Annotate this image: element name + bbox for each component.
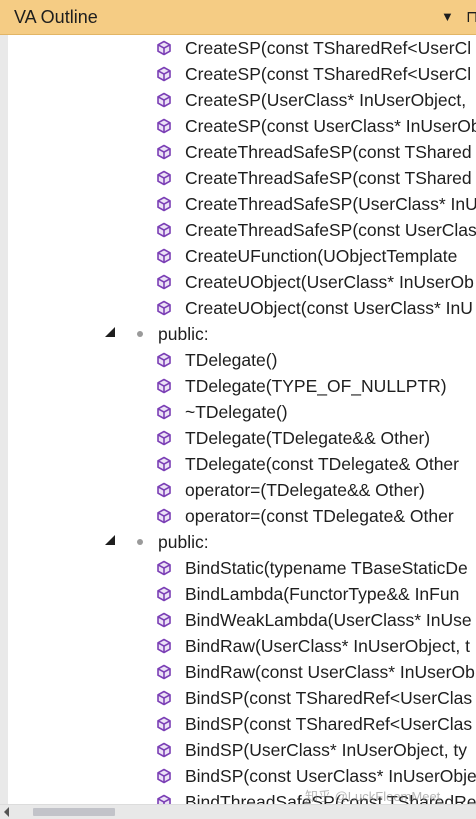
method-cube-icon: [157, 690, 171, 706]
method-cube-icon: [157, 92, 171, 108]
method-cube-icon: [157, 144, 171, 160]
outline-method-row[interactable]: CreateSP(const TSharedRef<UserCl: [8, 35, 476, 61]
method-cube-icon: [157, 248, 171, 264]
access-specifier-icon: [137, 331, 143, 337]
outline-method-row[interactable]: CreateThreadSafeSP(const UserClas: [8, 217, 476, 243]
outline-method-row[interactable]: CreateThreadSafeSP(const TShared: [8, 139, 476, 165]
method-label: BindSP(UserClass* InUserObject, ty: [185, 740, 468, 760]
outline-method-row[interactable]: CreateUObject(const UserClass* InU: [8, 295, 476, 321]
outline-method-row[interactable]: TDelegate(TYPE_OF_NULLPTR): [8, 373, 476, 399]
outline-method-row[interactable]: BindSP(const TSharedRef<UserClas: [8, 685, 476, 711]
outline-method-row[interactable]: operator=(TDelegate&& Other): [8, 477, 476, 503]
outline-method-row[interactable]: BindRaw(UserClass* InUserObject, t: [8, 633, 476, 659]
method-cube-icon: [157, 560, 171, 576]
method-cube-icon: [157, 586, 171, 602]
outline-method-row[interactable]: BindSP(UserClass* InUserObject, ty: [8, 737, 476, 763]
outline-method-row[interactable]: CreateUFunction(UObjectTemplate: [8, 243, 476, 269]
horizontal-scrollbar[interactable]: [0, 804, 476, 819]
method-cube-icon: [157, 638, 171, 654]
outline-method-row[interactable]: TDelegate(const TDelegate& Other: [8, 451, 476, 477]
outline-method-row[interactable]: TDelegate(): [8, 347, 476, 373]
method-label: TDelegate(): [185, 350, 278, 370]
method-cube-icon: [157, 664, 171, 680]
method-label: CreateSP(UserClass* InUserObject,: [185, 90, 467, 110]
method-label: operator=(TDelegate&& Other): [185, 480, 425, 500]
method-cube-icon: [157, 300, 171, 316]
scroll-left-arrow-icon[interactable]: [4, 807, 9, 817]
method-cube-icon: [157, 716, 171, 732]
method-cube-icon: [157, 196, 171, 212]
watermark: 知乎 @LuckFleemMeet: [305, 789, 441, 804]
outline-method-row[interactable]: BindWeakLambda(UserClass* InUse: [8, 607, 476, 633]
group-label: public:: [158, 324, 209, 344]
method-label: BindRaw(const UserClass* InUserOb: [185, 662, 475, 682]
access-specifier-icon: [137, 539, 143, 545]
outline-method-row[interactable]: BindRaw(const UserClass* InUserOb: [8, 659, 476, 685]
window-title: VA Outline: [14, 7, 98, 27]
method-label: TDelegate(const TDelegate& Other: [185, 454, 459, 474]
method-label: BindWeakLambda(UserClass* InUse: [185, 610, 472, 630]
outline-method-row[interactable]: BindLambda(FunctorType&& InFun: [8, 581, 476, 607]
method-label: CreateUFunction(UObjectTemplate: [185, 246, 458, 266]
outline-method-row[interactable]: CreateThreadSafeSP(UserClass* InU: [8, 191, 476, 217]
method-cube-icon: [157, 742, 171, 758]
dropdown-arrow-icon[interactable]: ▼: [441, 9, 454, 24]
outline-method-row[interactable]: CreateThreadSafeSP(const TShared: [8, 165, 476, 191]
outline-method-row[interactable]: CreateSP(const TSharedRef<UserCl: [8, 61, 476, 87]
method-label: operator=(const TDelegate& Other: [185, 506, 454, 526]
method-cube-icon: [157, 352, 171, 368]
method-label: BindSP(const TSharedRef<UserClas: [185, 714, 473, 734]
method-cube-icon: [157, 222, 171, 238]
method-label: CreateThreadSafeSP(const TShared: [185, 168, 472, 188]
outline-method-row[interactable]: CreateSP(const UserClass* InUserOb: [8, 113, 476, 139]
outline-tree: CreateSP(const TSharedRef<UserCl CreateSP…: [0, 35, 476, 804]
method-cube-icon: [157, 404, 171, 420]
method-cube-icon: [157, 40, 171, 56]
method-label: CreateThreadSafeSP(const UserClas: [185, 220, 476, 240]
method-cube-icon: [157, 456, 171, 472]
method-label: TDelegate(TYPE_OF_NULLPTR): [185, 376, 447, 396]
method-label: BindLambda(FunctorType&& InFun: [185, 584, 460, 604]
scrollbar-thumb[interactable]: [33, 808, 115, 816]
method-cube-icon: [157, 170, 171, 186]
method-cube-icon: [157, 768, 171, 784]
method-cube-icon: [157, 378, 171, 394]
outline-method-row[interactable]: operator=(const TDelegate& Other: [8, 503, 476, 529]
method-label: BindStatic(typename TBaseStaticDe: [185, 558, 468, 578]
outline-group-row[interactable]: public:: [8, 529, 476, 555]
method-label: CreateSP(const TSharedRef<UserCl: [185, 38, 472, 58]
method-cube-icon: [157, 66, 171, 82]
method-label: BindSP(const TSharedRef<UserClas: [185, 688, 473, 708]
method-cube-icon: [157, 612, 171, 628]
method-cube-icon: [157, 794, 171, 804]
method-cube-icon: [157, 274, 171, 290]
pin-icon[interactable]: ⊓: [466, 7, 476, 27]
group-label: public:: [158, 532, 209, 552]
method-label: ~TDelegate(): [185, 402, 288, 422]
outline-method-row[interactable]: ~TDelegate(): [8, 399, 476, 425]
outline-group-row[interactable]: public:: [8, 321, 476, 347]
outline-title-bar: VA Outline ▼ ⊓: [0, 0, 476, 35]
method-cube-icon: [157, 508, 171, 524]
method-label: TDelegate(TDelegate&& Other): [185, 428, 431, 448]
collapse-arrow-icon[interactable]: [105, 327, 115, 337]
method-label: CreateThreadSafeSP(UserClass* InU: [185, 194, 476, 214]
outline-method-row[interactable]: CreateSP(UserClass* InUserObject,: [8, 87, 476, 113]
method-cube-icon: [157, 430, 171, 446]
outline-method-row[interactable]: CreateUObject(UserClass* InUserOb: [8, 269, 476, 295]
method-cube-icon: [157, 118, 171, 134]
method-label: CreateUObject(const UserClass* InU: [185, 298, 473, 318]
method-cube-icon: [157, 482, 171, 498]
method-label: CreateSP(const UserClass* InUserOb: [185, 116, 476, 136]
outline-method-row[interactable]: BindStatic(typename TBaseStaticDe: [8, 555, 476, 581]
method-label: BindRaw(UserClass* InUserObject, t: [185, 636, 470, 656]
outline-method-row[interactable]: BindSP(const TSharedRef<UserClas: [8, 711, 476, 737]
method-label: CreateThreadSafeSP(const TShared: [185, 142, 472, 162]
collapse-arrow-icon[interactable]: [105, 535, 115, 545]
method-label: BindSP(const UserClass* InUserObje: [185, 766, 476, 786]
method-label: CreateUObject(UserClass* InUserOb: [185, 272, 474, 292]
outline-method-row[interactable]: TDelegate(TDelegate&& Other): [8, 425, 476, 451]
method-label: CreateSP(const TSharedRef<UserCl: [185, 64, 472, 84]
